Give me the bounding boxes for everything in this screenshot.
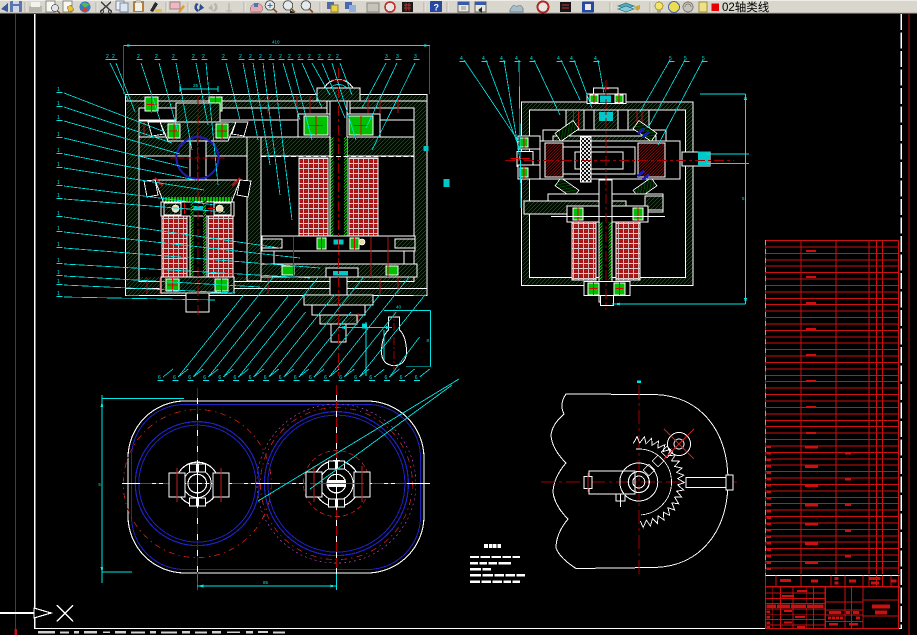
svg-text:40: 40 xyxy=(396,305,402,310)
svg-text:?: ? xyxy=(434,3,440,13)
svg-text:02轴类线: 02轴类线 xyxy=(722,0,770,14)
svg-text:25: 25 xyxy=(193,83,199,88)
svg-text:410: 410 xyxy=(272,40,280,45)
svg-text:85: 85 xyxy=(263,580,269,585)
